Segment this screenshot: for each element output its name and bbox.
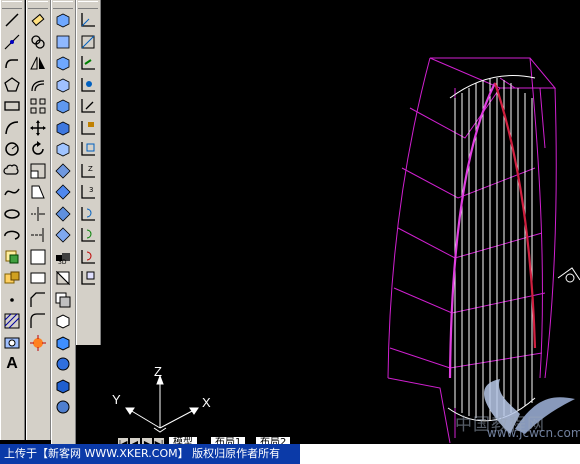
interfere-icon[interactable] [54, 226, 72, 244]
copy-icon[interactable] [29, 33, 47, 51]
extend-icon[interactable] [29, 226, 47, 244]
slice-icon[interactable] [54, 183, 72, 201]
subtract-icon[interactable] [54, 334, 72, 352]
mirror-icon[interactable] [29, 54, 47, 72]
render-icon[interactable] [54, 398, 72, 416]
toolbar-grip[interactable] [53, 1, 73, 9]
y-axis-label: Y [112, 392, 121, 407]
wedge-icon[interactable] [54, 97, 72, 115]
watermark-url: www.jcwcn.com [487, 426, 580, 440]
spline-icon[interactable] [3, 183, 21, 201]
stretch-icon[interactable] [29, 183, 47, 201]
region-icon[interactable] [3, 334, 21, 352]
ucs-previous-icon[interactable] [79, 54, 97, 72]
extrude-icon[interactable] [54, 140, 72, 158]
apply-ucs-icon[interactable] [79, 269, 97, 287]
cone-icon[interactable] [54, 76, 72, 94]
world-ucs-icon[interactable] [79, 33, 97, 51]
rectangle-icon[interactable] [3, 97, 21, 115]
revision-cloud-icon[interactable] [3, 162, 21, 180]
offset-icon[interactable] [29, 76, 47, 94]
object-ucs-icon[interactable] [79, 97, 97, 115]
circle-icon[interactable] [3, 140, 21, 158]
rotate-icon[interactable] [29, 140, 47, 158]
face-ucs-icon[interactable] [79, 76, 97, 94]
hatch-icon[interactable] [3, 312, 21, 330]
z-axis-label: Z [154, 364, 162, 379]
draw-toolbar: A [0, 0, 25, 440]
break-icon[interactable] [29, 248, 47, 266]
move-icon[interactable] [29, 119, 47, 137]
sphere-icon[interactable] [54, 33, 72, 51]
x-axis-label: X [202, 395, 211, 410]
join-icon[interactable] [29, 269, 47, 287]
torus-icon[interactable] [54, 119, 72, 137]
setup-drawing-icon[interactable]: 3D [54, 248, 72, 266]
point-icon[interactable] [3, 291, 21, 309]
z-rotate-ucs-icon[interactable] [79, 248, 97, 266]
box-icon[interactable] [54, 11, 72, 29]
fillet-icon[interactable] [29, 312, 47, 330]
x-rotate-ucs-icon[interactable] [79, 205, 97, 223]
origin-ucs-icon[interactable] [79, 140, 97, 158]
ellipse-icon[interactable] [3, 205, 21, 223]
construction-line-icon[interactable] [3, 33, 21, 51]
trim-icon[interactable] [29, 205, 47, 223]
toolbar-grip[interactable] [2, 1, 22, 9]
explode-icon[interactable] [29, 334, 47, 352]
line-icon[interactable] [3, 11, 21, 29]
caption-filler [300, 444, 580, 464]
y-rotate-ucs-icon[interactable] [79, 226, 97, 244]
svg-text:3: 3 [89, 186, 93, 194]
toolbar-grip[interactable] [78, 1, 98, 9]
svg-text:Z: Z [88, 165, 93, 173]
view-ucs-icon[interactable] [79, 119, 97, 137]
setup-view-icon[interactable] [54, 269, 72, 287]
ucs-icon[interactable] [79, 11, 97, 29]
solids-toolbar: 3D [51, 0, 76, 448]
multiline-text-icon[interactable]: A [3, 355, 21, 373]
zaxis-ucs-icon[interactable]: Z [79, 162, 97, 180]
revolve-icon[interactable] [54, 162, 72, 180]
polygon-icon[interactable] [3, 76, 21, 94]
setup-profile-icon[interactable] [54, 291, 72, 309]
modify-toolbar [26, 0, 51, 440]
toolbar-grip[interactable] [28, 1, 48, 9]
array-icon[interactable] [29, 97, 47, 115]
polyline-icon[interactable] [3, 54, 21, 72]
union-icon[interactable] [54, 312, 72, 330]
make-block-icon[interactable] [3, 269, 21, 287]
3point-ucs-icon[interactable]: 3 [79, 183, 97, 201]
ucs-toolbar: Z 3 [76, 0, 101, 345]
arc-icon[interactable] [3, 119, 21, 137]
scale-icon[interactable] [29, 162, 47, 180]
upload-caption: 上传于【新客网 WWW.XKER.COM】 版权归原作者所有 [0, 444, 304, 464]
cylinder-icon[interactable] [54, 54, 72, 72]
chamfer-icon[interactable] [29, 291, 47, 309]
section-icon[interactable] [54, 205, 72, 223]
svg-text:3D: 3D [58, 259, 67, 266]
erase-icon[interactable] [29, 11, 47, 29]
intersect-icon[interactable] [54, 355, 72, 373]
insert-block-icon[interactable] [3, 248, 21, 266]
ellipse-arc-icon[interactable] [3, 226, 21, 244]
shade-icon[interactable] [54, 377, 72, 395]
